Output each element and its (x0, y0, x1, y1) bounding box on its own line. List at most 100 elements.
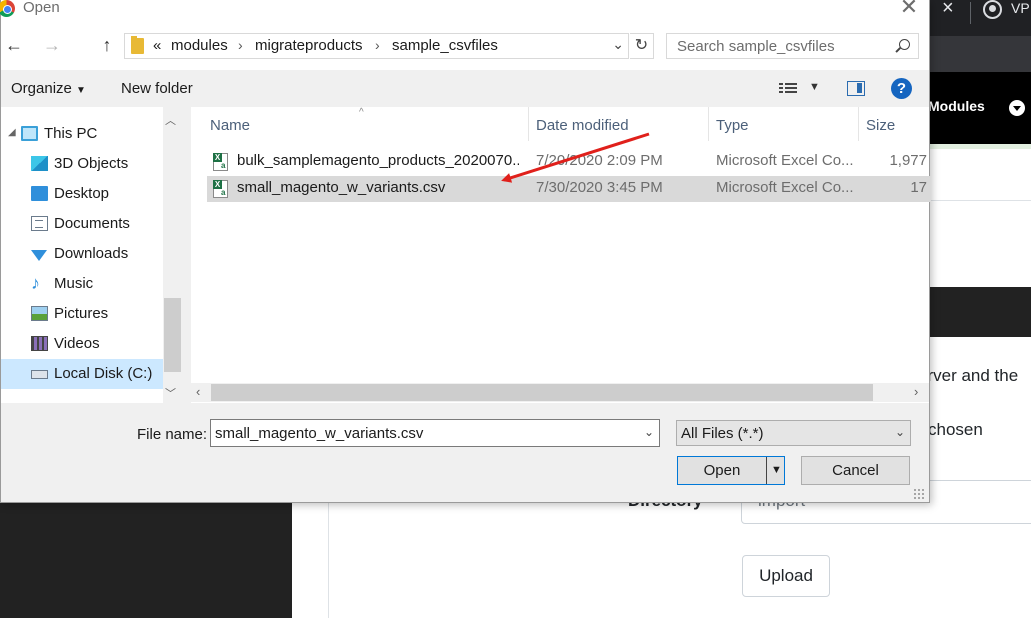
local-disk-icon (31, 370, 48, 379)
vpn-globe-icon[interactable] (983, 0, 1002, 19)
resize-grip[interactable] (913, 488, 925, 500)
chevron-down-icon[interactable]: ⌄ (644, 425, 654, 439)
file-name: small_magento_w_variants.csv (237, 179, 446, 196)
breadcrumb-separator-icon[interactable]: › (375, 37, 380, 53)
search-input[interactable] (675, 37, 885, 56)
folder-icon (131, 36, 144, 54)
breadcrumb-overflow[interactable]: « (153, 37, 161, 54)
chevron-right-icon[interactable]: › (914, 384, 918, 399)
tab-divider (970, 2, 971, 24)
column-header-size[interactable]: Size (866, 117, 895, 134)
column-divider[interactable] (708, 107, 709, 141)
cancel-button[interactable]: Cancel (801, 456, 910, 485)
forward-arrow-icon[interactable]: → (41, 34, 63, 56)
file-date-modified: 7/20/2020 2:09 PM (536, 152, 663, 169)
site-sidebar (0, 503, 292, 618)
chevron-down-icon[interactable]: ▼ (809, 81, 820, 93)
new-folder-button[interactable]: New folder (121, 80, 193, 97)
videos-icon (31, 336, 48, 351)
sidebar-item-3d-objects[interactable]: 3D Objects (1, 149, 163, 179)
open-button-label: Open (703, 462, 741, 479)
file-type: Microsoft Excel Co... (716, 152, 854, 169)
back-arrow-icon[interactable]: ← (3, 34, 25, 56)
breadcrumb-sample-csvfiles[interactable]: sample_csvfiles (392, 37, 498, 54)
chevron-down-icon[interactable]: ◢ (8, 127, 16, 138)
chevron-left-icon[interactable]: ‹ (196, 384, 200, 399)
preview-pane-icon[interactable] (847, 81, 865, 96)
file-type: Microsoft Excel Co... (716, 179, 854, 196)
section-header-band (930, 287, 1031, 337)
table-row[interactable]: small_magento_w_variants.csv 7/30/2020 3… (207, 176, 931, 202)
this-pc-icon (21, 126, 38, 141)
documents-icon (31, 216, 48, 231)
chevron-down-icon[interactable]: ▼ (771, 457, 782, 484)
3d-objects-icon (31, 156, 48, 171)
content-divider (328, 503, 329, 618)
column-header-date-modified[interactable]: Date modified (536, 117, 629, 134)
organize-label: Organize (11, 80, 72, 97)
file-size: 17 (910, 179, 927, 196)
desktop-icon (31, 186, 48, 201)
sidebar-item-videos[interactable]: Videos (1, 329, 163, 359)
sidebar-item-documents[interactable]: Documents (1, 209, 163, 239)
hscrollbar-thumb[interactable] (211, 384, 873, 401)
alert-strip (930, 144, 1031, 149)
column-divider[interactable] (528, 107, 529, 141)
chevron-down-icon[interactable]: ﹀ (165, 385, 176, 401)
divider (930, 200, 1031, 201)
vpn-tab-label[interactable]: VP (1011, 0, 1030, 16)
file-date-modified: 7/30/2020 3:45 PM (536, 179, 663, 196)
sidebar-item-music[interactable]: ♪ Music (1, 269, 163, 299)
chevron-down-icon[interactable]: ⌄ (895, 425, 905, 439)
breadcrumb-migrateproducts[interactable]: migrateproducts (255, 37, 363, 54)
column-divider[interactable] (858, 107, 859, 141)
chevron-up-icon[interactable]: ︿ (165, 112, 176, 128)
table-row[interactable]: bulk_samplemagento_products_2020070... 7… (207, 149, 931, 175)
sidebar-item-label: Documents (54, 215, 130, 232)
sidebar-item-label: Music (54, 275, 94, 292)
chevron-down-icon[interactable]: ⌄ (612, 36, 624, 53)
command-bar: Organize ▼ New folder ▼ ? (1, 70, 929, 107)
sidebar-item-desktop[interactable]: Desktop (1, 179, 163, 209)
organize-button[interactable]: Organize ▼ (11, 80, 86, 97)
downloads-icon (31, 250, 47, 261)
search-icon[interactable] (899, 39, 910, 50)
help-icon[interactable]: ? (891, 78, 912, 99)
sidebar-item-pictures[interactable]: Pictures (1, 299, 163, 329)
split-divider (766, 457, 767, 484)
breadcrumb-separator-icon[interactable]: › (238, 37, 243, 53)
navigation-pane: ◢ This PC 3D Objects Desktop Documents D… (1, 107, 182, 403)
open-file-dialog: Open ✕ ← → ↑ « modules › migrateproducts… (0, 0, 931, 503)
column-header-name[interactable]: Name (210, 117, 250, 134)
view-list-icon[interactable] (779, 81, 797, 95)
nav-modules-link[interactable]: Modules (928, 98, 985, 114)
upload-button[interactable]: Upload (742, 555, 830, 597)
address-bar[interactable]: « modules › migrateproducts › sample_csv… (124, 33, 629, 59)
sidebar-item-label: Videos (54, 335, 100, 352)
file-name-field[interactable]: small_magento_w_variants.csv ⌄ (210, 419, 660, 447)
sidebar-item-label: Downloads (54, 245, 129, 262)
search-box[interactable] (666, 33, 919, 59)
nav-scrollbar-thumb[interactable] (164, 298, 181, 372)
sidebar-item-label: This PC (44, 125, 98, 142)
close-icon[interactable]: ✕ (894, 0, 924, 20)
column-header-type[interactable]: Type (716, 117, 749, 134)
file-name-value[interactable]: small_magento_w_variants.csv (215, 425, 423, 442)
file-type-select[interactable]: All Files (*.*) ⌄ (676, 420, 911, 446)
file-type-value: All Files (*.*) (681, 425, 764, 442)
file-list: ^ Name Date modified Type Size bulk_samp… (191, 107, 931, 403)
chevron-down-icon: ▼ (76, 85, 86, 96)
sidebar-item-this-pc[interactable]: ◢ This PC (1, 119, 163, 149)
excel-file-icon (213, 153, 228, 171)
chevron-down-icon[interactable] (1009, 100, 1025, 116)
tab-close-icon[interactable]: × (942, 0, 954, 18)
file-name: bulk_samplemagento_products_2020070... (237, 152, 519, 169)
sidebar-item-local-disk[interactable]: Local Disk (C:) (1, 359, 163, 389)
sidebar-item-downloads[interactable]: Downloads (1, 239, 163, 269)
excel-file-icon (213, 180, 228, 198)
refresh-icon[interactable]: ↻ (630, 33, 654, 59)
open-button[interactable]: Open ▼ (677, 456, 785, 485)
sidebar-item-label: Local Disk (C:) (54, 365, 153, 382)
up-arrow-icon[interactable]: ↑ (96, 34, 118, 56)
breadcrumb-modules[interactable]: modules (171, 37, 228, 54)
